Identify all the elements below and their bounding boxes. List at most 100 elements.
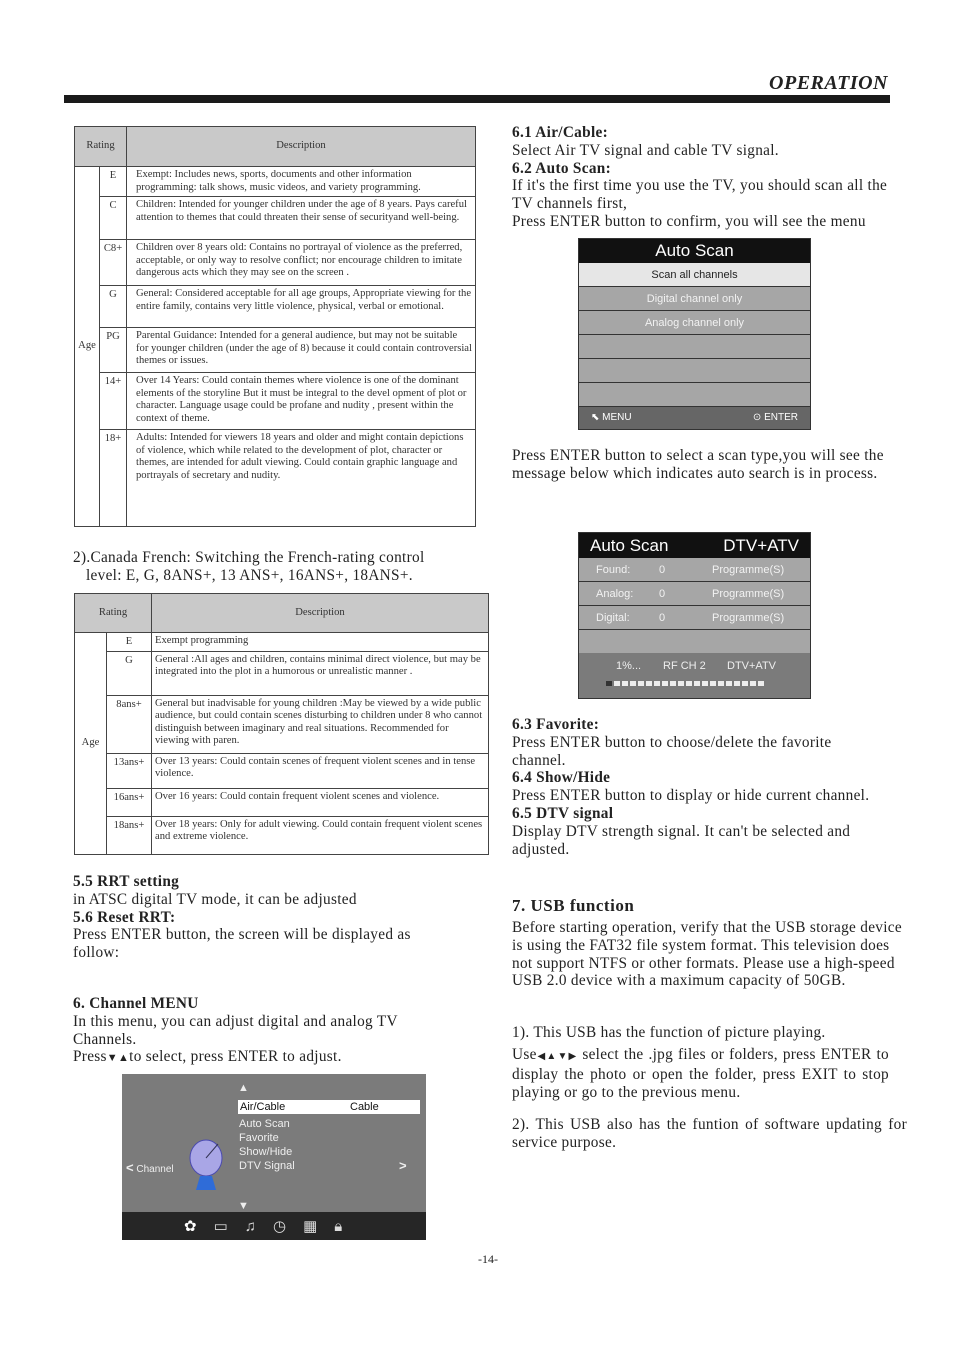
band: DTV+ATV — [727, 660, 777, 672]
chevron-right-icon[interactable]: > — [399, 1158, 407, 1173]
rating-cell: 8ans+ — [106, 694, 152, 754]
scroll-up-icon[interactable]: ▲ — [238, 1082, 249, 1094]
count-unit: Programme(S) — [712, 563, 785, 576]
fav-text: Press ENTER button to choose/delete the … — [512, 733, 832, 769]
progress-segment — [718, 681, 724, 686]
rating-cell: G — [106, 650, 152, 696]
table-row: Age E Exempt: Includes news, sports, docum… — [74, 165, 476, 528]
age-group-cell: Age — [74, 165, 100, 528]
scan-option[interactable]: Analog channel only — [579, 311, 810, 335]
rating-cell: 13ans+ — [106, 752, 152, 789]
scan-text: If it's the first time you use the TV, y… — [512, 177, 888, 213]
scan-option[interactable] — [579, 383, 810, 407]
rating-cell: 16ans+ — [106, 787, 152, 817]
table-row: C8+ Children over 8 years old: Contains n… — [75, 239, 476, 287]
rating-cell: G — [99, 285, 127, 329]
progress-segment — [702, 681, 708, 686]
menu-item-favorite[interactable]: Favorite — [239, 1131, 295, 1145]
progress-segment — [726, 681, 732, 686]
menu-item-air-cable[interactable]: Air/Cable Cable — [238, 1100, 420, 1114]
usb-point-2: 2). This USB also has the funtion of sof… — [512, 1116, 907, 1151]
description-cell: Over 16 years: Could contain frequent vi… — [151, 787, 489, 817]
table-row: Age E Exempt programming — [74, 632, 489, 855]
dtv-heading: 6.5 DTV signal — [512, 804, 614, 822]
time-icon[interactable]: ◷ — [273, 1217, 286, 1235]
description-header: Description — [126, 126, 476, 167]
usb-text: Before starting operation, verify that t… — [512, 919, 902, 990]
channel-heading: 6. Channel MENU — [73, 995, 199, 1012]
rating-cell: 18ans+ — [106, 815, 152, 855]
scan-text-2: Press ENTER button to confirm, you will … — [512, 212, 866, 230]
prev-menu[interactable]: < Channel — [126, 1160, 174, 1175]
progress-segment — [646, 681, 652, 686]
enter-icon: ⊙ — [752, 412, 762, 423]
scan-option[interactable]: Scan all channels — [579, 263, 810, 287]
description-cell: General but inadvisable for young childr… — [151, 694, 489, 754]
scan-option[interactable]: Digital channel only — [579, 287, 810, 311]
press-prefix: Press — [73, 1048, 107, 1066]
dtv-text: Display DTV strength signal. It can't be… — [512, 822, 851, 858]
canada-french-intro: 2).Canada French: Switching the French-r… — [73, 549, 473, 585]
picture-icon[interactable]: ▭ — [214, 1217, 228, 1235]
usb-heading: 7. USB function — [512, 896, 635, 915]
menu-item-show-hide[interactable]: Show/Hide — [239, 1145, 295, 1159]
usb-point-1: 1). This USB has the function of picture… — [512, 1024, 826, 1041]
enter-hint[interactable]: ⊙ ENTER — [753, 407, 798, 429]
air-cable-value: Cable — [350, 1101, 379, 1113]
fav-heading: 6.3 Favorite: — [512, 716, 600, 733]
scan-count-row: Digital: 0 Programme(S) — [579, 606, 810, 630]
auto-scan-menu: Auto Scan Scan all channels Digital chann… — [578, 238, 811, 430]
settings-icon[interactable]: ✿ — [184, 1217, 197, 1235]
rating-cell: E — [106, 632, 152, 652]
table-row: G General: Considered acceptable for all … — [75, 285, 476, 329]
table-row: 8ans+ General but inadvisable for young c… — [75, 694, 489, 754]
menu-label: MENU — [602, 412, 632, 423]
down-up-arrows-icon: ▼▲ — [106, 1052, 130, 1065]
progress-segment — [670, 681, 676, 686]
table-row: PG Parental Guidance: Intended for a gene… — [75, 327, 476, 374]
description-cell: Over 18 years: Only for adult viewing. C… — [151, 815, 489, 855]
progress-segment — [638, 681, 644, 686]
description-cell: Children over 8 years old: Contains no p… — [126, 239, 476, 287]
header-rule — [64, 95, 890, 103]
intro-text: 2).Canada French: Switching the French-r… — [73, 549, 425, 584]
table-row: 18ans+ Over 18 years: Only for adult view… — [75, 815, 489, 855]
scan-option[interactable] — [579, 359, 810, 383]
show-heading: 6.4 Show/Hide — [512, 769, 611, 787]
description-cell: Over 14 Years: Could contain themes wher… — [126, 372, 476, 431]
channel-menu-screen: ▲ ▼ Air/Cable Cable Auto Scan Favorite Sh… — [122, 1074, 426, 1240]
description-header: Description — [151, 593, 489, 633]
lock-icon[interactable]: 🔒︎ — [334, 1218, 342, 1235]
progress-bar — [606, 681, 764, 686]
rf-channel: RF CH 2 — [663, 660, 706, 672]
menu-back[interactable]: ⬉ MENU — [591, 407, 632, 429]
progress-segment — [630, 681, 636, 686]
progress-segment — [614, 681, 620, 686]
description-cell: General :All ages and children, contains… — [151, 650, 489, 696]
scan-type-text: Press ENTER button to select a scan type… — [512, 447, 884, 482]
rating-cell: PG — [99, 327, 127, 374]
count-label: Found: — [596, 563, 631, 576]
description-cell: Adults: Intended for viewers 18 years an… — [126, 429, 476, 528]
progress-segment — [710, 681, 716, 686]
scan-option[interactable] — [579, 335, 810, 359]
channel-text: In this menu, you can adjust digital and… — [73, 1012, 398, 1048]
progress-segment — [694, 681, 700, 686]
scroll-down-icon[interactable]: ▼ — [238, 1200, 249, 1212]
table-row: G General :All ages and children, contain… — [75, 650, 489, 696]
auto-scan-progress: Auto Scan DTV+ATV Found: 0 Programme(S) Ana… — [578, 532, 811, 699]
progress-segment — [606, 681, 612, 686]
description-cell: Over 13 years: Could contain scenes of f… — [151, 752, 489, 789]
option-icon[interactable]: ▦ — [303, 1217, 317, 1235]
progress-segment — [742, 681, 748, 686]
air-scan-section: 6.1 Air/Cable: Select Air TV signal and … — [512, 124, 902, 231]
usb-use: Use◀▲▼▶ select the .jpg files or folders… — [512, 1046, 889, 1101]
count-count: 0 — [659, 563, 666, 576]
table-row: 16ans+ Over 16 years: Could contain frequ… — [75, 787, 489, 817]
progress-title: Auto Scan — [590, 536, 669, 555]
menu-item-auto-scan[interactable]: Auto Scan — [239, 1117, 295, 1131]
sound-icon[interactable]: ♫ — [245, 1218, 256, 1235]
air-text: Select Air TV signal and cable TV signal… — [512, 141, 779, 159]
progress-segment — [734, 681, 740, 686]
menu-item-dtv-signal[interactable]: DTV Signal — [239, 1159, 295, 1173]
